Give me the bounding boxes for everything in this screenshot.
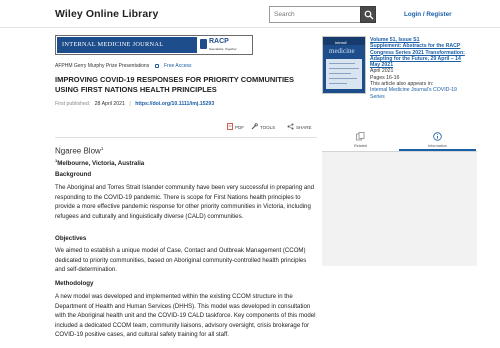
tab-related-label: Related [353, 144, 368, 148]
information-icon [433, 132, 442, 141]
tools-button[interactable]: TOOLS [251, 123, 275, 130]
section-heading-objectives: Objectives [55, 235, 87, 242]
pdf-button[interactable]: PDF [227, 123, 244, 130]
published-date: 28 April 2021 [94, 101, 125, 107]
doi-link[interactable]: https://doi.org/10.1111/imj.15293 [135, 101, 214, 107]
search-box [269, 6, 376, 23]
society-tagline: Specialists. Together [209, 47, 237, 51]
pdf-label: PDF [235, 125, 244, 130]
article-category-line: AFPHM Gerry Murphy Prize Presentations F… [55, 63, 192, 69]
free-access-icon [154, 63, 159, 68]
published-label: First published: [55, 101, 91, 107]
login-register-link[interactable]: Login / Register [404, 11, 452, 18]
tab-related[interactable]: Related [322, 128, 399, 151]
author-name-line: Ngaree Blow1 [55, 146, 103, 156]
racp-logo-icon [200, 39, 207, 49]
issue-info: Volume 51, Issue S1 Supplement: Abstract… [370, 37, 470, 100]
article-category[interactable]: AFPHM Gerry Murphy Prize Presentations [55, 63, 149, 69]
journal-banner[interactable]: INTERNAL MEDICINE JOURNAL RACP Specialis… [55, 35, 253, 55]
author-name[interactable]: Ngaree Blow [55, 147, 101, 156]
tab-information[interactable]: Information [399, 128, 476, 151]
search-input[interactable] [269, 6, 360, 23]
journal-cover-image[interactable]: internal medicine [322, 36, 366, 94]
top-bar: Wiley Online Library Login / Register [0, 0, 500, 28]
site-logo[interactable]: Wiley Online Library [55, 8, 158, 20]
tab-information-label: Information [428, 144, 447, 148]
share-button[interactable]: SHARE [287, 123, 312, 130]
pdf-icon [227, 123, 233, 130]
search-button[interactable] [360, 6, 376, 23]
share-icon [287, 123, 294, 130]
article-title: IMPROVING COVID-19 RESPONSES FOR PRIORIT… [55, 75, 295, 94]
section-body-objectives: We aimed to establish a unique model of … [55, 247, 307, 274]
society-logo: RACP Specialists. Together [200, 37, 252, 53]
section-body-methodology: A new model was developed and implemente… [55, 293, 316, 339]
related-icon [356, 132, 365, 141]
section-heading-background: Background [55, 171, 92, 178]
cover-word: internal [335, 41, 347, 45]
wrench-icon [251, 123, 258, 130]
affiliation-text: Melbourne, Victoria, Australia [57, 160, 145, 168]
sidebar-tab-panel [322, 152, 477, 266]
divider [55, 137, 317, 138]
supplement-link[interactable]: Supplement: Abstracts for the RACP Congr… [370, 43, 470, 68]
share-label: SHARE [296, 125, 312, 130]
publication-info: First published: 28 April 2021 | https:/… [55, 101, 214, 107]
tools-label: TOOLS [260, 125, 276, 130]
journal-banner-title: INTERNAL MEDICINE JOURNAL [62, 41, 164, 48]
cover-word-2: medicine [329, 47, 355, 55]
journal-banner-title-block: INTERNAL MEDICINE JOURNAL [57, 37, 197, 53]
cover-content-block [326, 59, 362, 89]
sidebar-tabs: Related Information [322, 128, 477, 152]
series-link[interactable]: Internal Medicine Journal's COVID-19 Ser… [370, 87, 470, 100]
separator: | [129, 101, 131, 107]
author-affiliation-marker: 1 [100, 146, 104, 151]
search-icon [364, 10, 374, 20]
society-name: RACP [209, 38, 229, 45]
section-body-background: The Aboriginal and Torres Strait Islande… [55, 184, 315, 220]
author-affiliation: 1Melbourne, Victoria, Australia [55, 158, 144, 167]
free-access-label: Free Access [163, 63, 192, 69]
section-heading-methodology: Methodology [55, 280, 94, 287]
